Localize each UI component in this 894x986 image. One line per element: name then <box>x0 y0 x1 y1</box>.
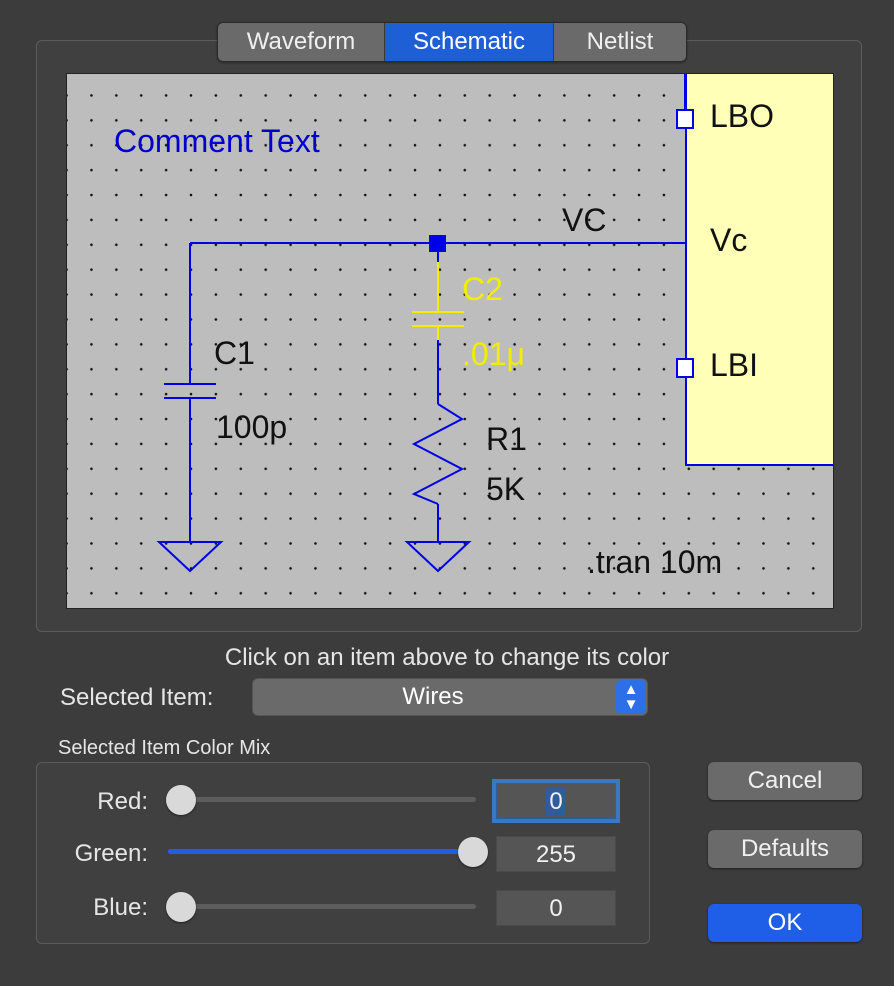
c2-value[interactable]: .01μ <box>462 336 525 373</box>
tab-waveform[interactable]: Waveform <box>218 23 385 61</box>
pin-lbi[interactable] <box>676 358 694 378</box>
green-value-field[interactable]: 255 <box>496 836 616 872</box>
chevron-up-down-icon: ▲ ▼ <box>616 680 646 714</box>
hint-text: Click on an item above to change its col… <box>224 644 670 671</box>
net-label-vc[interactable]: VC <box>562 202 606 239</box>
c1-name[interactable]: C1 <box>214 335 255 372</box>
color-mix-title: Selected Item Color Mix <box>58 737 271 759</box>
blue-label: Blue: <box>93 894 148 921</box>
selected-item-label: Selected Item: <box>60 684 214 711</box>
junction-dot[interactable] <box>429 235 446 252</box>
cancel-button[interactable]: Cancel <box>708 762 862 800</box>
green-label: Green: <box>74 840 148 867</box>
blue-slider-knob[interactable] <box>166 892 196 922</box>
selected-item-popup[interactable]: Wires ▲ ▼ <box>252 678 648 716</box>
green-slider-fill <box>168 849 476 854</box>
schematic-canvas[interactable]: Comment Text VC LBO Vc LBI C1 100p C2 .0… <box>66 73 834 609</box>
ic-pin-label-lbo[interactable]: LBO <box>710 98 774 135</box>
tab-bar: Waveform Schematic Netlist <box>217 22 687 62</box>
selected-item-value: Wires <box>402 683 464 710</box>
ic-pin-label-lbi[interactable]: LBI <box>710 347 758 384</box>
ic-pin-label-vc[interactable]: Vc <box>710 222 747 259</box>
red-label: Red: <box>97 788 148 815</box>
resistor-r1[interactable] <box>411 403 465 505</box>
r1-value[interactable]: 5K <box>486 471 525 508</box>
c1-value[interactable]: 100p <box>216 409 287 446</box>
comment-text[interactable]: Comment Text <box>114 123 320 160</box>
capacitor-c1[interactable] <box>164 383 216 399</box>
ground-c1[interactable] <box>156 541 224 573</box>
spice-directive[interactable]: .tran 10m <box>587 544 722 581</box>
defaults-button[interactable]: Defaults <box>708 830 862 868</box>
red-value-field[interactable]: 0 <box>496 783 616 819</box>
red-slider[interactable] <box>168 797 476 802</box>
tab-schematic[interactable]: Schematic <box>385 23 554 61</box>
blue-value-field[interactable]: 0 <box>496 890 616 926</box>
pin-lbo[interactable] <box>676 109 694 129</box>
red-slider-knob[interactable] <box>166 785 196 815</box>
c2-name[interactable]: C2 <box>462 271 503 308</box>
r1-name[interactable]: R1 <box>486 421 527 458</box>
capacitor-c2[interactable] <box>412 262 464 340</box>
tab-netlist[interactable]: Netlist <box>554 23 686 61</box>
green-slider-knob[interactable] <box>458 837 488 867</box>
ground-r1[interactable] <box>404 541 472 573</box>
ok-button[interactable]: OK <box>708 904 862 942</box>
green-slider[interactable] <box>168 849 476 854</box>
blue-slider[interactable] <box>168 904 476 909</box>
red-value: 0 <box>546 788 566 815</box>
